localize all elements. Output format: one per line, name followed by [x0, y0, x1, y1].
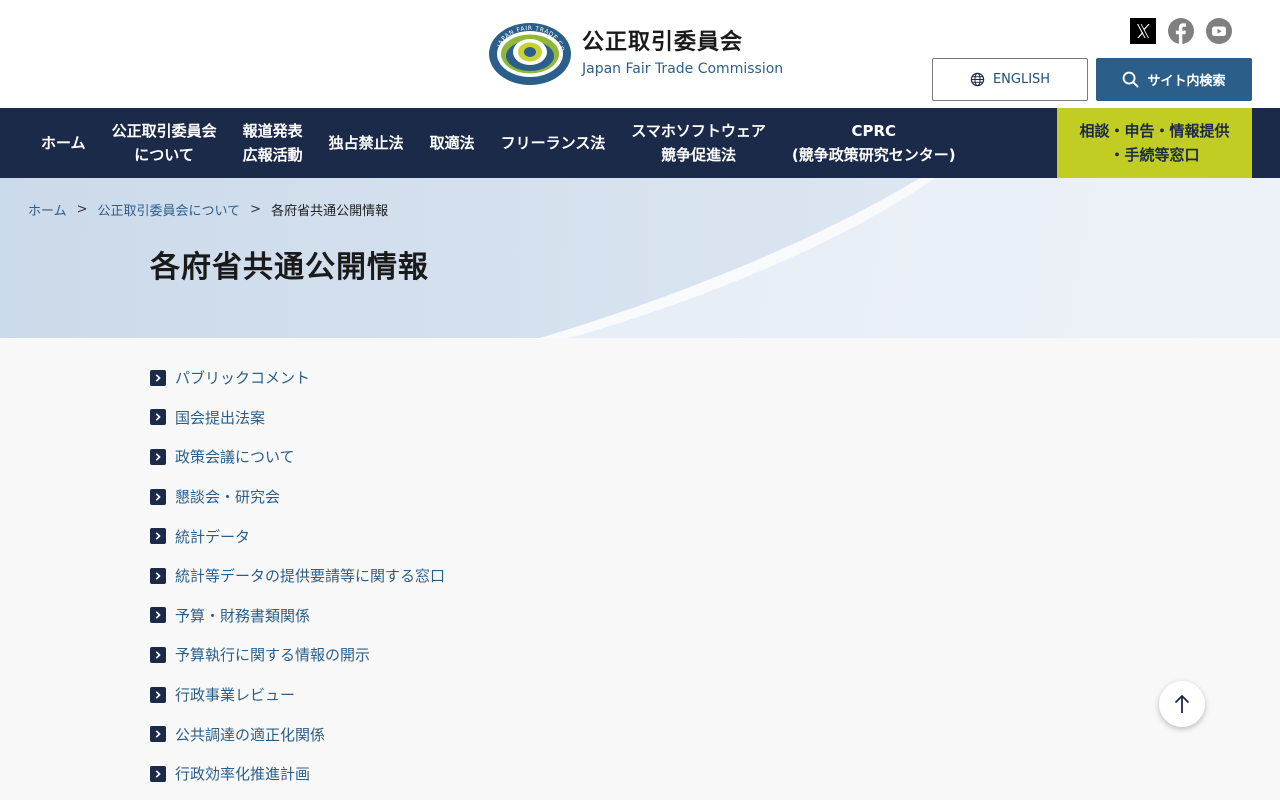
list-item[interactable]: 公共調達の適正化関係 [150, 714, 445, 754]
chevron-right-icon [150, 607, 166, 624]
logo-title-ja: 公正取引委員会 [582, 30, 744, 55]
list-item-label: 統計等データの提供要請等に関する窓口 [175, 567, 446, 586]
chevron-right-icon [150, 646, 166, 663]
list-item-label: 政策会議について [175, 448, 295, 467]
globe-icon [970, 72, 985, 87]
list-item-label: 国会提出法案 [175, 408, 266, 427]
list-item-label: 公共調達の適正化関係 [175, 725, 326, 744]
list-item[interactable]: パブリックコメント [150, 358, 445, 398]
english-label: ENGLISH [992, 72, 1051, 87]
chevron-right-icon [150, 369, 166, 386]
breadcrumb-about[interactable]: 公正取引委員会について [98, 200, 241, 219]
chevron-right-icon [150, 726, 166, 743]
chevron-right-icon [150, 448, 166, 465]
english-button[interactable]: ENGLISH [932, 58, 1088, 101]
chevron-right-icon [150, 488, 166, 505]
nav-item-antimonopoly[interactable]: 独占禁止法 [316, 131, 417, 155]
logo-title-en: Japan Fair Trade Commission [582, 61, 784, 77]
list-item[interactable]: 行政事業レビュー [150, 675, 445, 715]
back-to-top-button[interactable] [1159, 681, 1205, 727]
jftc-seal-icon: JAPAN FAIR TRADE COMMISSION [488, 22, 571, 85]
nav-item-freelance[interactable]: フリーランス法 [488, 131, 619, 155]
nav-item-smartphone[interactable]: スマホソフトウェア 競争促進法 [618, 119, 779, 167]
list-item[interactable]: 統計データ [150, 516, 445, 556]
link-list: パブリックコメント 国会提出法案 政策会議について 懇談会・研究会 統計データ … [150, 358, 445, 794]
list-item[interactable]: 国会提出法案 [150, 398, 445, 438]
nav-item-subcontract[interactable]: 取適法 [417, 131, 488, 155]
list-item[interactable]: 統計等データの提供要請等に関する窓口 [150, 556, 445, 596]
list-item[interactable]: 政策会議について [150, 437, 445, 477]
nav-item-about[interactable]: 公正取引委員会 について [99, 119, 230, 167]
list-item-label: 行政事業レビュー [175, 686, 296, 705]
site-search-button[interactable]: サイト内検索 [1096, 58, 1252, 101]
list-item-label: パブリックコメント [175, 369, 311, 388]
list-item-label: 統計データ [175, 527, 251, 546]
search-icon [1123, 71, 1140, 88]
breadcrumb-separator: > [250, 202, 262, 217]
chevron-right-icon [150, 686, 166, 703]
nav-item-consult[interactable]: 相談・申告・情報提供 ・手続等窓口 [1057, 108, 1252, 178]
list-item-label: 予算・財務書類関係 [175, 606, 311, 625]
youtube-icon[interactable] [1206, 18, 1232, 44]
site-header: JAPAN FAIR TRADE COMMISSION 公正取引委員会 Japa… [0, 0, 1280, 108]
chevron-right-icon [150, 567, 166, 584]
list-item-label: 懇談会・研究会 [175, 488, 281, 507]
list-item[interactable]: 予算・財務書類関係 [150, 596, 445, 636]
breadcrumb-separator: > [76, 202, 88, 217]
x-icon[interactable] [1130, 18, 1156, 44]
social-links [1130, 18, 1232, 44]
arrow-up-icon [1174, 694, 1190, 713]
search-label: サイト内検索 [1147, 74, 1226, 89]
list-item[interactable]: 行政効率化推進計画 [150, 754, 445, 794]
facebook-icon[interactable] [1168, 18, 1194, 44]
list-item[interactable]: 懇談会・研究会 [150, 477, 445, 517]
chevron-right-icon [150, 409, 166, 426]
list-item-label: 予算執行に関する情報の開示 [175, 646, 371, 665]
nav-item-home[interactable]: ホーム [28, 131, 99, 155]
list-item-label: 行政効率化推進計画 [175, 765, 311, 784]
chevron-right-icon [150, 765, 166, 782]
chevron-right-icon [150, 528, 166, 545]
site-logo[interactable]: JAPAN FAIR TRADE COMMISSION 公正取引委員会 Japa… [488, 22, 783, 86]
list-item[interactable]: 予算執行に関する情報の開示 [150, 635, 445, 675]
breadcrumb-current: 各府省共通公開情報 [271, 204, 389, 219]
breadcrumb: ホーム > 公正取引委員会について > 各府省共通公開情報 [28, 200, 388, 219]
page-hero: ホーム > 公正取引委員会について > 各府省共通公開情報 各府省共通公開情報 [0, 178, 1280, 338]
nav-item-press[interactable]: 報道発表 広報活動 [230, 119, 316, 167]
page-title: 各府省共通公開情報 [150, 250, 429, 285]
nav-item-cprc[interactable]: CPRC (競争政策研究センター) [779, 119, 969, 167]
breadcrumb-home[interactable]: ホーム [28, 200, 67, 219]
